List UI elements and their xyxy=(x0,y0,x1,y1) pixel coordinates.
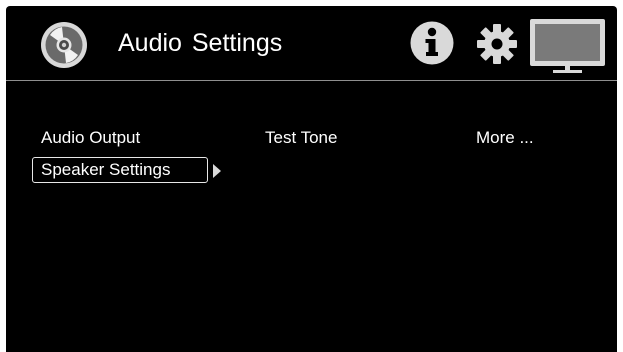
menu-item-more[interactable]: More ... xyxy=(476,128,534,148)
menu-item-test-tone[interactable]: Test Tone xyxy=(265,128,337,148)
chevron-right-icon xyxy=(213,164,221,178)
menu-item-speaker-settings[interactable]: Speaker Settings xyxy=(32,157,208,183)
tv-icon[interactable] xyxy=(529,18,606,74)
header-divider xyxy=(6,80,617,81)
info-icon[interactable] xyxy=(410,21,454,65)
page-title: Audio Settings xyxy=(118,29,283,57)
settings-screen: Audio Settings Audio Output Test Tone Mo… xyxy=(6,6,617,352)
disc-icon[interactable] xyxy=(40,21,88,69)
gear-icon[interactable] xyxy=(476,23,518,65)
menu-item-speaker-settings-label: Speaker Settings xyxy=(41,160,171,179)
header-bar: Audio Settings xyxy=(6,6,617,80)
menu-item-audio-output[interactable]: Audio Output xyxy=(41,128,140,148)
